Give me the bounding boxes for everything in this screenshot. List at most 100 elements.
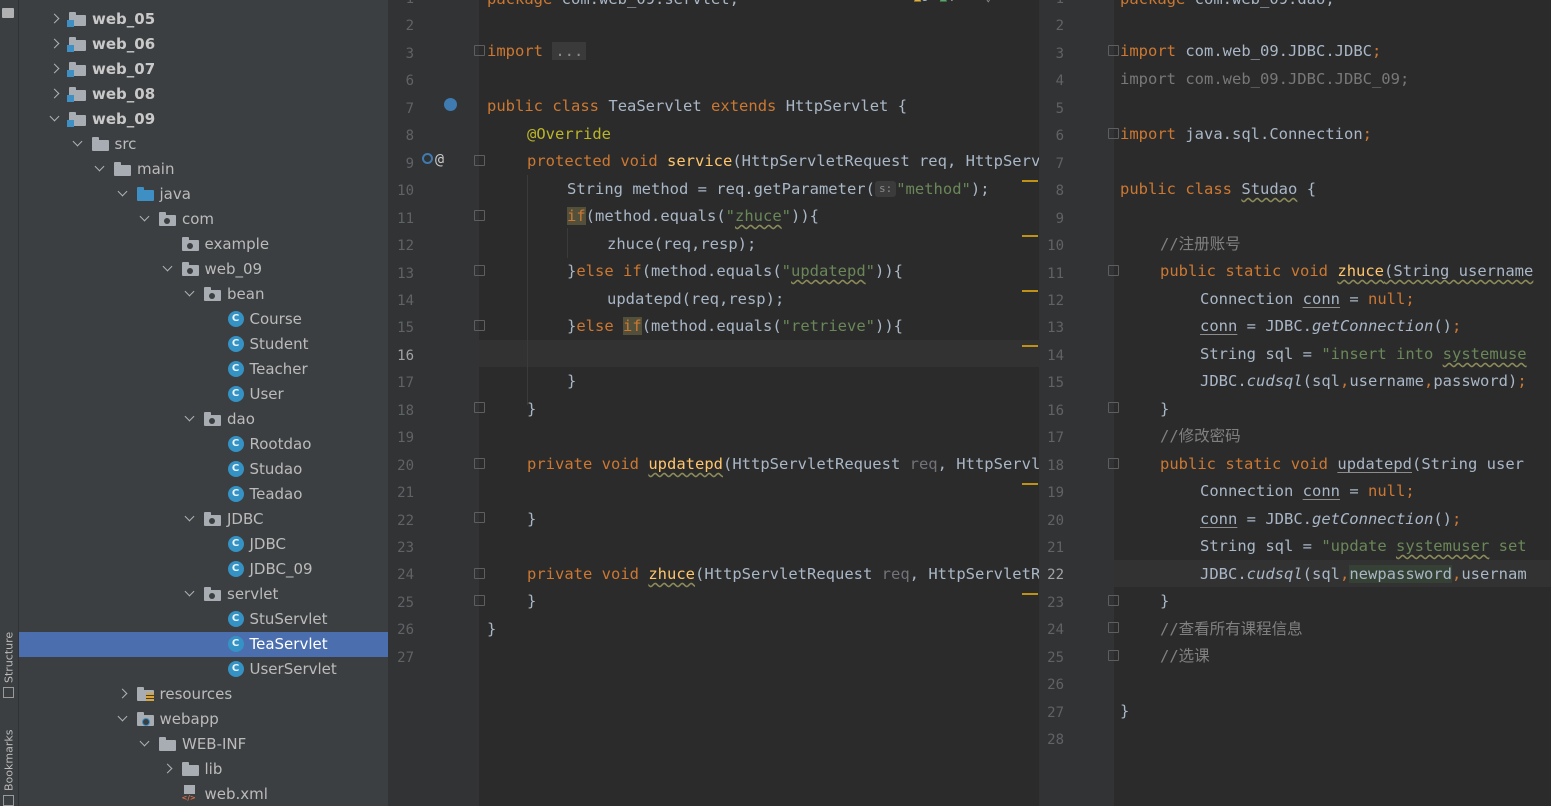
code-line-3[interactable]: import ... xyxy=(487,38,587,65)
line-number[interactable]: 22 xyxy=(1040,562,1064,589)
fold-marker-icon[interactable] xyxy=(1108,458,1119,469)
code-line-11[interactable]: public static void zhuce(String username xyxy=(1160,258,1533,285)
code-line-1[interactable]: package com.web_09.dao; xyxy=(1120,0,1335,13)
chevron-down-icon[interactable] xyxy=(184,507,196,532)
line-number[interactable]: 6 xyxy=(1040,123,1064,150)
tree-item[interactable]: JDBC xyxy=(19,507,388,532)
chevron-right-icon[interactable] xyxy=(49,57,61,82)
warning-stripe-mark[interactable] xyxy=(1022,180,1038,182)
fold-marker-icon[interactable] xyxy=(1108,650,1119,661)
code-line-12[interactable]: Connection conn = null; xyxy=(1200,286,1415,313)
code-line-24[interactable]: //查看所有课程信息 xyxy=(1160,616,1303,643)
chevron-down-icon[interactable] xyxy=(94,157,106,182)
chevron-down-icon[interactable] xyxy=(49,107,61,132)
fold-marker-icon[interactable] xyxy=(474,402,485,413)
tree-item[interactable]: bean xyxy=(19,282,388,307)
code-line-3[interactable]: import com.web_09.JDBC.JDBC; xyxy=(1120,38,1381,65)
line-number[interactable]: 17 xyxy=(1040,425,1064,452)
tree-item[interactable]: web.xml xyxy=(19,782,388,806)
code-line-24[interactable]: private void zhuce(HttpServletRequest re… xyxy=(527,561,1039,588)
line-number[interactable]: 7 xyxy=(1040,151,1064,178)
line-number[interactable]: 14 xyxy=(388,288,414,315)
line-number[interactable]: 12 xyxy=(388,233,414,260)
tree-item[interactable]: WEB-INF xyxy=(19,732,388,757)
line-number[interactable]: 20 xyxy=(1040,508,1064,535)
code-line-1[interactable]: package com.web_09.servlet; xyxy=(487,0,739,13)
fold-marker-icon[interactable] xyxy=(1108,45,1119,56)
tree-item[interactable]: web_07 xyxy=(19,57,388,82)
line-number[interactable]: 24 xyxy=(388,562,414,589)
chevron-right-icon[interactable] xyxy=(49,82,61,107)
line-number[interactable]: 23 xyxy=(1040,590,1064,617)
line-number[interactable]: 26 xyxy=(1040,672,1064,699)
tree-item[interactable]: web_05 xyxy=(19,7,388,32)
implements-icon[interactable] xyxy=(444,98,457,111)
line-number[interactable]: 13 xyxy=(388,261,414,288)
line-number[interactable]: 10 xyxy=(388,178,414,205)
line-number[interactable]: 19 xyxy=(388,425,414,452)
fold-marker-icon[interactable] xyxy=(474,512,485,523)
line-number[interactable]: 25 xyxy=(1040,645,1064,672)
code-line-21[interactable]: String sql = "update systemuser set xyxy=(1200,533,1527,560)
tree-item[interactable]: resources xyxy=(19,682,388,707)
line-number[interactable]: 12 xyxy=(1040,288,1064,315)
tree-item[interactable]: C Rootdao xyxy=(19,432,388,457)
line-number[interactable]: 16 xyxy=(388,343,414,370)
fold-marker-icon[interactable] xyxy=(474,458,485,469)
code-line-10[interactable]: //注册账号 xyxy=(1160,231,1241,258)
line-number[interactable]: 1 xyxy=(388,0,414,13)
tree-item[interactable]: C User xyxy=(19,382,388,407)
line-number[interactable]: 14 xyxy=(1040,343,1064,370)
warning-stripe-mark[interactable] xyxy=(1022,235,1038,237)
line-number[interactable]: 27 xyxy=(388,645,414,672)
tree-item[interactable]: web_08 xyxy=(19,82,388,107)
fold-marker-icon[interactable] xyxy=(1108,595,1119,606)
chevron-down-icon[interactable] xyxy=(72,132,84,157)
chevron-right-icon[interactable] xyxy=(49,7,61,32)
chevron-down-icon[interactable] xyxy=(184,582,196,607)
line-number[interactable]: 11 xyxy=(388,206,414,233)
code-line-25[interactable]: } xyxy=(527,588,536,615)
line-number[interactable]: 24 xyxy=(1040,617,1064,644)
code-line-17[interactable]: //修改密码 xyxy=(1160,423,1241,450)
fold-marker-icon[interactable] xyxy=(1108,128,1119,139)
code-line-25[interactable]: //选课 xyxy=(1160,643,1210,670)
code-line-6[interactable]: import java.sql.Connection; xyxy=(1120,121,1372,148)
line-number[interactable]: 22 xyxy=(388,508,414,535)
bookmarks-tool-tab[interactable]: Bookmarks xyxy=(1,720,17,806)
line-number[interactable]: 20 xyxy=(388,453,414,480)
tree-item[interactable]: C Course xyxy=(19,307,388,332)
tree-item[interactable]: C Studao xyxy=(19,457,388,482)
code-line-11[interactable]: if(method.equals("zhuce")){ xyxy=(567,203,819,230)
line-number[interactable]: 18 xyxy=(1040,453,1064,480)
code-line-18[interactable]: } xyxy=(527,396,536,423)
structure-tool-tab[interactable]: Structure xyxy=(1,618,17,698)
line-number[interactable]: 8 xyxy=(1040,178,1064,205)
code-line-27[interactable]: } xyxy=(1120,698,1129,725)
left-editor[interactable]: 1236789101112131415161718192021222324252… xyxy=(388,0,1039,806)
code-line-8[interactable]: @Override xyxy=(527,121,611,148)
tree-item[interactable]: C TeaServlet xyxy=(19,632,388,657)
code-line-4[interactable]: import com.web_09.JDBC.JDBC_09; xyxy=(1120,66,1409,93)
line-number[interactable]: 21 xyxy=(1040,535,1064,562)
tree-item[interactable]: src xyxy=(19,132,388,157)
tree-item[interactable]: main xyxy=(19,157,388,182)
warning-stripe-mark[interactable] xyxy=(1022,290,1038,292)
chevron-down-icon[interactable] xyxy=(139,732,151,757)
code-line-7[interactable]: public class TeaServlet extends HttpServ… xyxy=(487,93,907,120)
warning-stripe-mark[interactable] xyxy=(1022,345,1038,347)
tree-item[interactable]: java xyxy=(19,182,388,207)
fold-marker-icon[interactable] xyxy=(1108,265,1119,276)
tree-item[interactable]: web_09 xyxy=(19,257,388,282)
code-line-19[interactable]: Connection conn = null; xyxy=(1200,478,1415,505)
code-line-23[interactable]: } xyxy=(1160,588,1169,615)
fold-marker-icon[interactable] xyxy=(1108,622,1119,633)
line-number[interactable]: 5 xyxy=(1040,96,1064,123)
line-number[interactable]: 9 xyxy=(1040,206,1064,233)
chevron-right-icon[interactable] xyxy=(49,32,61,57)
line-number[interactable]: 9 xyxy=(388,151,414,178)
line-number[interactable]: 23 xyxy=(388,535,414,562)
code-line-9[interactable]: protected void service(HttpServletReques… xyxy=(527,148,1039,175)
chevron-down-icon[interactable] xyxy=(139,207,151,232)
line-number[interactable]: 18 xyxy=(388,398,414,425)
